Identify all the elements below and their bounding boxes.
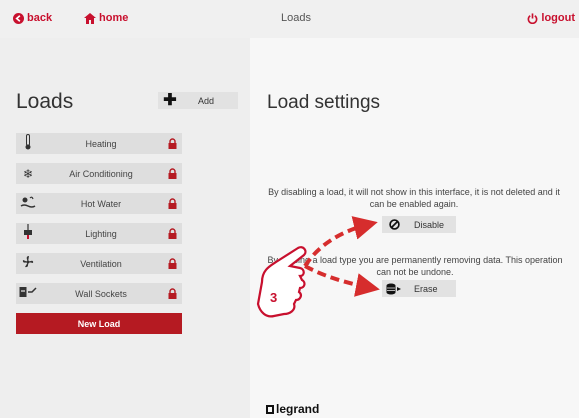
load-label: Heating: [85, 138, 117, 149]
disable-label: Disable: [414, 219, 445, 230]
back-link[interactable]: back: [13, 12, 52, 24]
back-arrow-icon: [13, 12, 24, 24]
fan-icon: [16, 255, 40, 272]
disable-description: By disabling a load, it will not show in…: [268, 187, 560, 209]
load-label: Lighting: [85, 228, 117, 239]
load-label: Ventilation: [80, 258, 122, 269]
lock-icon: [162, 228, 182, 239]
logo-mark-icon: [266, 404, 274, 414]
add-load-button[interactable]: ✚ Add: [158, 92, 238, 109]
logout-link[interactable]: logout: [527, 12, 575, 24]
erase-description: By erasing a load type you are permanent…: [267, 255, 563, 277]
load-item-lighting[interactable]: Lighting: [16, 223, 182, 244]
step-number: 3: [270, 290, 278, 305]
lock-icon: [162, 288, 182, 299]
home-label: home: [99, 12, 129, 24]
load-item-heating[interactable]: Heating: [16, 133, 182, 154]
lock-icon: [162, 198, 182, 209]
load-label: Wall Sockets: [75, 288, 127, 299]
settings-heading: Load settings: [267, 92, 381, 113]
load-label: Air Conditioning: [69, 168, 133, 179]
database-erase-icon: [382, 283, 406, 295]
load-item-wall-sockets[interactable]: Wall Sockets: [16, 283, 182, 304]
new-load-button[interactable]: New Load: [16, 313, 182, 334]
hot-water-icon: [16, 196, 40, 211]
load-item-ventilation[interactable]: Ventilation: [16, 253, 182, 274]
lamp-icon: [16, 224, 40, 243]
add-label: Add: [198, 95, 215, 106]
legrand-logo: legrand: [266, 402, 319, 416]
snowflake-icon: ❄: [22, 166, 34, 181]
logout-label: logout: [541, 12, 575, 24]
disable-button[interactable]: Disable: [382, 216, 456, 233]
power-icon: [528, 12, 538, 24]
load-item-hot-water[interactable]: Hot Water: [16, 193, 182, 214]
socket-icon: [16, 286, 40, 301]
loads-heading: Loads: [16, 90, 74, 113]
home-link[interactable]: home: [84, 12, 128, 24]
lock-icon: [162, 168, 182, 179]
page-title: Loads: [281, 12, 311, 24]
thermometer-icon: [16, 134, 40, 153]
home-icon: [84, 12, 96, 24]
lock-icon: [162, 258, 182, 269]
top-bar: back home Loads logout: [0, 0, 579, 38]
logo-text: legrand: [276, 402, 320, 416]
lock-icon: [162, 138, 182, 149]
back-label: back: [27, 12, 53, 24]
load-label: Hot Water: [80, 198, 122, 209]
plus-icon: ✚: [163, 92, 177, 109]
erase-button[interactable]: Erase: [382, 280, 456, 297]
load-item-air-conditioning[interactable]: ❄ Air Conditioning: [16, 163, 182, 184]
erase-label: Erase: [414, 283, 438, 294]
prohibited-icon: [382, 219, 406, 230]
